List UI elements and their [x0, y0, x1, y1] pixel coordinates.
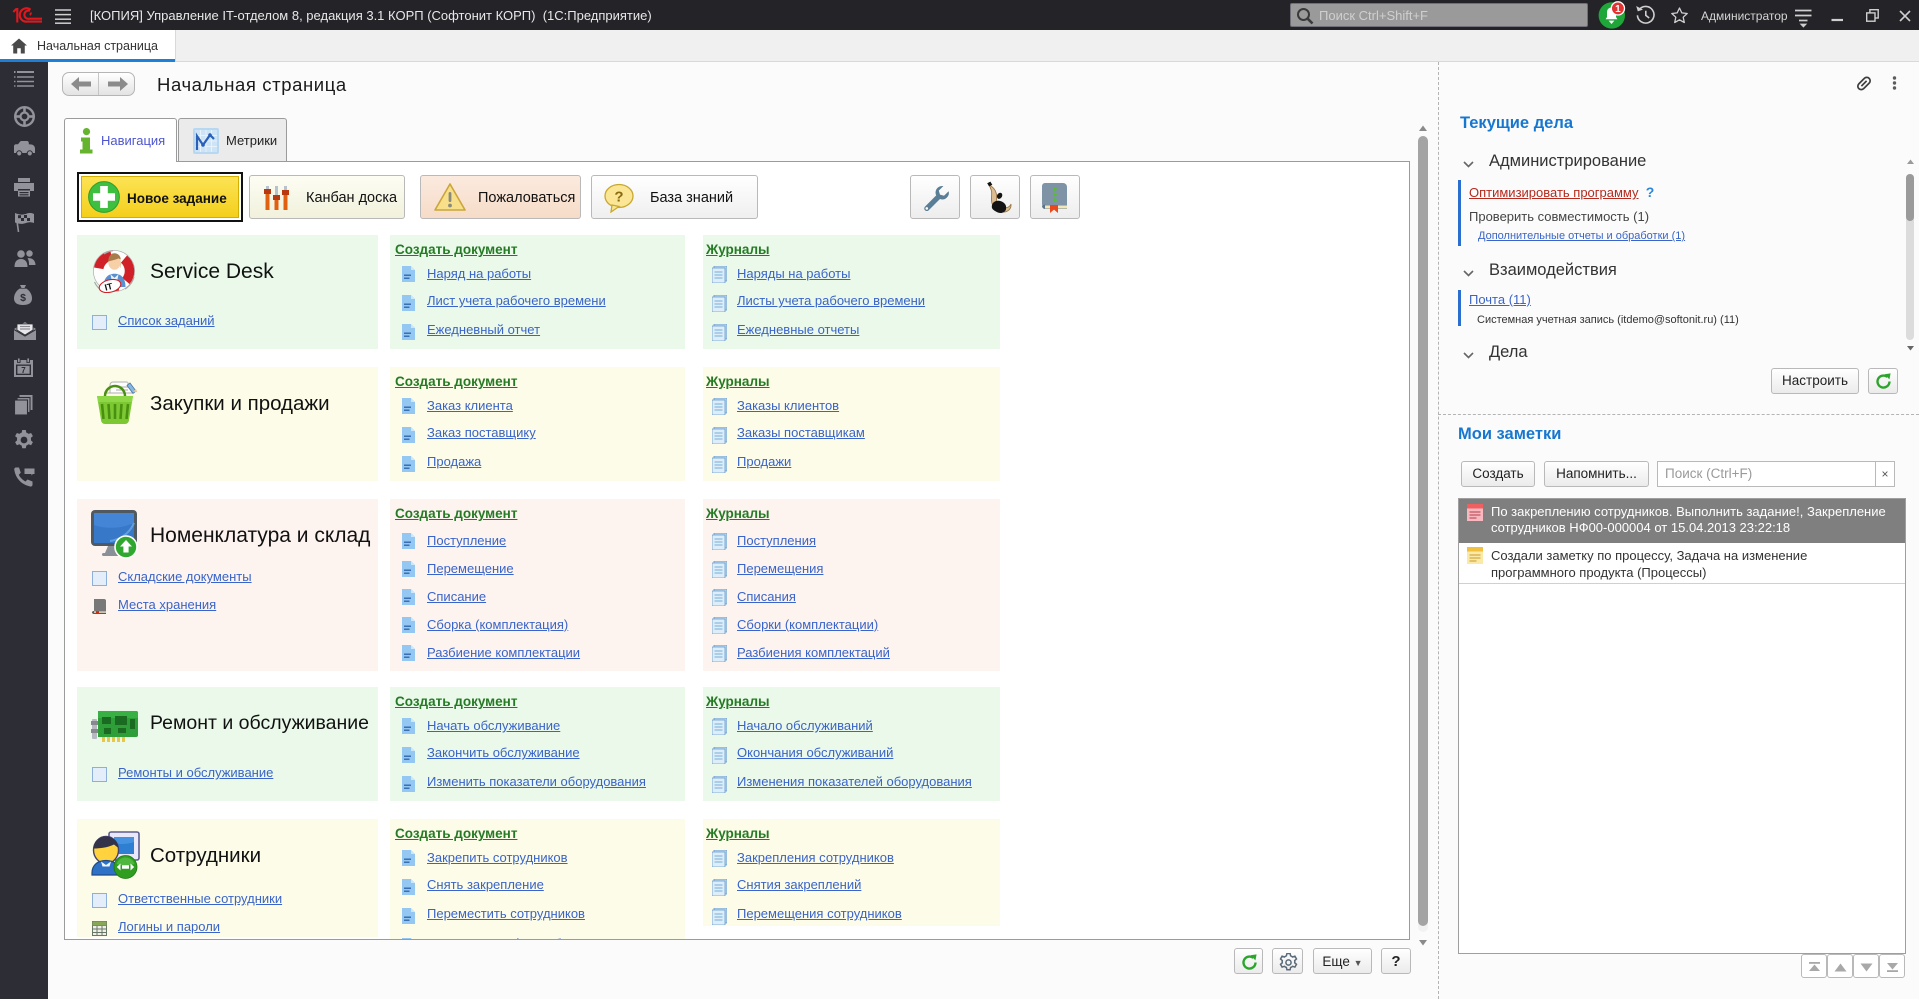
svg-text:1: 1	[1615, 4, 1621, 15]
svg-text:7: 7	[21, 366, 26, 375]
svg-text:?: ?	[614, 189, 623, 206]
svg-text:$: $	[20, 292, 26, 304]
